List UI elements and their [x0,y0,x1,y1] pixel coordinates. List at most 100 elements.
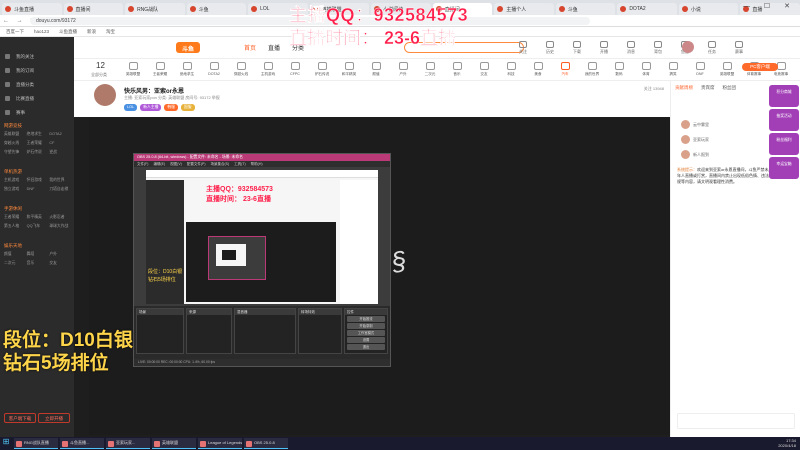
obs-menu-item[interactable]: 工具(T) [234,162,245,166]
rank-list-item[interactable]: 云中雾里 [677,119,771,130]
room-tag[interactable]: 新人主播 [140,104,162,111]
bookmark-item[interactable]: 百度一下 [6,29,24,34]
sidebar-grid-link[interactable]: CF [49,141,72,146]
room-tag[interactable]: 国服 [180,104,195,111]
bookmark-item[interactable]: 斗鱼直播 [59,29,77,34]
sidebar-grid-link[interactable]: 怀旧游戏 [27,178,50,183]
rank-list-item[interactable]: 新人报到 [677,149,771,160]
obs-menu-item[interactable]: 配置文件(P) [187,162,206,166]
sidebar-grid-link[interactable]: 颜值 [4,252,27,257]
room-tag[interactable]: LOL [124,104,138,111]
obs-menu-item[interactable]: 帮助(H) [251,162,263,166]
category-item[interactable]: 和平精英 [338,62,360,77]
client-download-button[interactable]: 客户端下载 [4,413,36,423]
rank-tab[interactable]: 贡献周榜 [675,85,693,91]
category-item[interactable]: 我的世界 [581,62,603,77]
browser-tab[interactable]: 斗鱼 [186,3,247,15]
category-item[interactable]: 户外 [392,62,414,77]
sidebar-grid-link[interactable]: 绝地求生 [27,132,50,137]
category-item[interactable]: 英雄联盟 [716,62,738,77]
header-icon-button[interactable]: 历史 [541,41,559,55]
activity-float-button[interactable]: 粉丝福利 [769,133,799,155]
category-item[interactable]: 绝地求生 [176,62,198,77]
nav-live[interactable]: 直播 [268,43,280,52]
obs-menu-item[interactable]: 视图(V) [170,162,182,166]
sidebar-grid-link[interactable]: 独立游戏 [4,187,27,192]
nav-home[interactable]: 首页 [244,43,256,52]
sidebar-grid-link[interactable]: 我的世界 [49,178,72,183]
category-item[interactable]: 穿越火线 [230,62,252,77]
sidebar-grid-link[interactable]: 和平精英 [27,215,50,220]
header-icon-button[interactable]: 下载 [568,41,586,55]
streamer-avatar[interactable] [94,84,116,106]
follow-count[interactable]: 关注 13948 [644,86,664,92]
category-item[interactable]: 交友 [473,62,495,77]
category-count-label[interactable]: 全部分类 [91,72,107,78]
taskbar-item[interactable]: 斗鱼直播... [60,438,104,449]
header-icon-button[interactable]: 任务 [703,41,721,55]
rank-list-item[interactable]: 亚索玩家 [677,134,771,145]
header-icon-button[interactable]: 赛事 [730,41,748,55]
category-item[interactable]: 汽车 [554,62,576,77]
category-item[interactable]: CFPC [284,62,306,77]
sidebar-section-title[interactable]: 手游休闲 [4,206,22,212]
category-item[interactable]: DNF [689,62,711,77]
sidebar-grid-link[interactable]: 英雄联盟 [4,132,27,137]
category-item[interactable]: 颜值 [365,62,387,77]
obs-control-button[interactable]: 开始录制 [347,323,385,329]
window-controls[interactable]: — ☐ ✕ [743,2,796,10]
sidebar-grid-link[interactable]: QQ飞车 [27,224,50,229]
header-icon-button[interactable]: 关注 [514,41,532,55]
sidebar-grid-link[interactable]: 刀塔自走棋 [49,187,72,192]
category-item[interactable]: 音乐 [446,62,468,77]
chat-input[interactable] [677,413,795,429]
browser-tab[interactable]: DOTA2 [617,3,677,15]
sidebar-grid-link[interactable]: 王者荣耀 [27,141,50,146]
browser-tab[interactable]: RNG战队 [125,3,185,15]
activity-float-button[interactable]: 幸运宝箱 [769,157,799,179]
pc-client-button[interactable]: PC客户端 [742,63,778,71]
header-icon-button[interactable]: 开播 [595,41,613,55]
category-item[interactable]: 美食 [527,62,549,77]
sidebar-grid-link[interactable]: 炉石传说 [27,150,50,155]
sidebar-grid-link[interactable]: 舞蹈 [27,252,50,257]
taskbar-item[interactable]: League of Legends [198,438,242,449]
category-item[interactable]: 搞笑 [662,62,684,77]
activity-float-button[interactable]: 积分商城 [769,85,799,107]
browser-tab[interactable]: 直播间 [63,3,124,15]
obs-control-button[interactable]: 工作室模式 [347,330,385,336]
sidebar-grid-link[interactable]: 王者荣耀 [4,215,27,220]
category-item[interactable]: 科技 [500,62,522,77]
sidebar-item[interactable]: 赛事 [0,107,74,118]
sidebar-grid-link[interactable]: DOTA2 [49,132,72,137]
room-tag[interactable]: 韩服 [164,104,178,111]
activity-float-button[interactable]: 抽奖活动 [769,109,799,131]
sidebar-item[interactable]: 我的关注 [0,51,74,62]
taskbar-item[interactable]: 亚索玩家... [106,438,150,449]
rank-tab[interactable]: 粉丝团 [723,85,737,91]
sidebar-item[interactable]: 直播分类 [0,79,74,90]
browser-tab[interactable]: 主播个人 [494,3,554,15]
category-item[interactable]: 英雄联盟 [122,62,144,77]
sidebar-grid-link[interactable]: 穿越火线 [4,141,27,146]
obs-menu-item[interactable]: 文件(F) [137,162,148,166]
taskbar-item[interactable]: 英雄联盟 [152,438,196,449]
sidebar-section-title[interactable]: 娱乐天地 [4,243,22,249]
browser-tab[interactable]: 小说 [678,3,739,15]
obs-control-button[interactable]: 开始推流 [347,316,385,322]
sidebar-grid-link[interactable]: DNF [27,187,50,192]
start-button-icon[interactable]: ⊞ [0,437,12,450]
start-live-button[interactable]: 立即开播 [38,413,70,423]
category-item[interactable]: 主机游戏 [257,62,279,77]
sidebar-grid-link[interactable]: 二次元 [4,261,27,266]
sidebar-grid-link[interactable]: 主机游戏 [4,178,27,183]
obs-control-button[interactable]: 设置 [347,337,385,343]
sidebar-grid-link[interactable]: 守望先锋 [4,150,27,155]
obs-menu-item[interactable]: 编辑(E) [153,162,165,166]
category-item[interactable]: DOTA2 [203,62,225,77]
rank-tab[interactable]: 贵宾席 [701,85,715,91]
obs-menu-item[interactable]: 场景集合(S) [211,162,230,166]
sidebar-item[interactable]: 我的订阅 [0,65,74,76]
site-logo[interactable]: 斗鱼 [176,42,200,53]
sidebar-grid-link[interactable]: 交友 [49,261,72,266]
